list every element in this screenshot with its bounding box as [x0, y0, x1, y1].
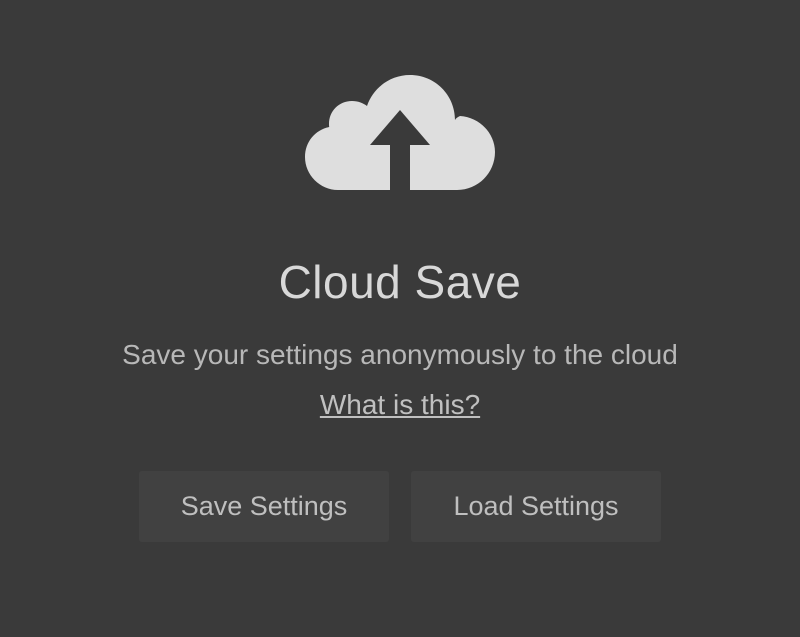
subtitle: Save your settings anonymously to the cl… — [122, 339, 678, 371]
cloud-upload-icon — [305, 70, 495, 200]
page-title: Cloud Save — [279, 255, 522, 309]
button-row: Save Settings Load Settings — [139, 471, 661, 542]
save-settings-button[interactable]: Save Settings — [139, 471, 389, 542]
load-settings-button[interactable]: Load Settings — [411, 471, 661, 542]
help-link[interactable]: What is this? — [320, 389, 480, 421]
